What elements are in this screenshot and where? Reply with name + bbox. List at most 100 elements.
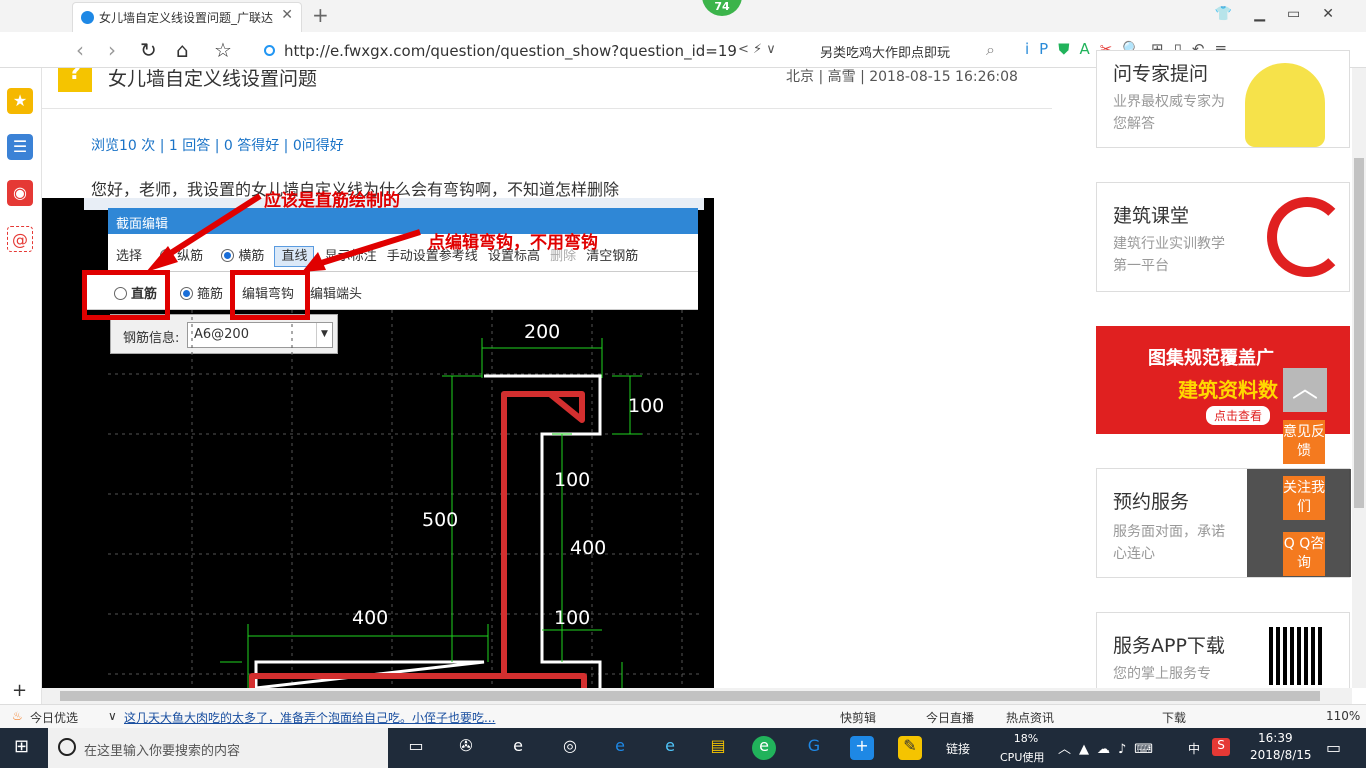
task-view-icon[interactable]: ▭ [404,736,428,760]
cpu-usage-label: CPU使用 [1000,751,1045,764]
vertical-scrollbar[interactable] [1352,68,1366,688]
card-booking-sub: 服务面对面，承诺心连心 [1113,524,1225,562]
card-class-sub: 建筑行业实训教学第一平台 [1113,236,1225,274]
chevron-down-icon[interactable]: ∨ [108,709,117,723]
add-sidebar-icon[interactable]: + [12,680,27,701]
clock-time[interactable]: 16:39 [1258,731,1293,745]
follow-us-button[interactable]: 关注我们 [1283,476,1325,520]
feedback-button[interactable]: 意见反馈 [1283,420,1325,464]
status-live[interactable]: 今日直播 [926,709,974,726]
promo-link[interactable]: 另类吃鸡大作即点即玩 [820,42,950,61]
card-booking-title: 预约服务 [1113,491,1190,513]
annotation-edit-hook: 点编辑弯钩，不用弯钩 [428,233,598,253]
card-app-title: 服务APP下载 [1113,635,1225,657]
plus-app-icon[interactable]: + [850,736,874,760]
windows-start-icon[interactable]: ⊞ [14,736,29,757]
dim-height-500: 500 [422,509,458,531]
cortana-icon [58,738,76,756]
horizontal-scrollbar[interactable] [42,688,1352,704]
dim-base-offset: 100 [554,607,590,629]
question-title: 女儿墙自定义线设置问题 [108,68,318,90]
status-today-pick[interactable]: 今日优选 [30,709,78,726]
dim-inner-width: 100 [554,469,590,491]
banner-button[interactable]: 点击查看 [1206,406,1271,425]
refresh-icon[interactable]: ↻ [140,38,157,62]
qq-app-icon[interactable]: ◎ [558,736,582,760]
card-building-class[interactable]: 建筑课堂 建筑行业实训教学第一平台 [1096,182,1350,292]
status-news-link[interactable]: 这几天大鱼大肉吃的太多了，准备弄个泡面给自己吃。小侄子也要吃... [124,709,495,726]
glodon-g-icon[interactable]: G [802,736,826,760]
address-bar[interactable]: http://e.fwxgx.com/question/question_sho… [258,36,798,64]
taskbar-link[interactable]: 链接 [946,740,970,757]
taskbar: ⊞ 在这里输入你要搜索的内容 ▭ ✇ e ◎ e e ▤ e G + ✎ 链接 … [0,728,1366,768]
bookmark-star-icon[interactable]: ☆ [214,38,232,62]
class-logo-icon [1267,197,1347,277]
news-icon[interactable]: ☰ [7,134,33,160]
notification-icon[interactable]: ▭ [1326,738,1341,757]
shield-icon[interactable]: ⛊ [1058,40,1079,58]
sogou-icon[interactable]: S [1212,738,1230,756]
share-icon[interactable]: < ⚡ ∨ [738,42,776,57]
fan-app-icon[interactable]: ✇ [454,736,478,760]
horizontal-scroll-thumb[interactable] [60,691,1320,701]
dim-top-width: 200 [524,321,560,343]
tab-active[interactable]: 女儿墙自定义线设置问题_广联达 ✕ [72,2,302,32]
url-text: http://e.fwxgx.com/question/question_sho… [284,42,737,60]
status-zoom[interactable]: 110% [1326,709,1360,723]
active-browser-icon[interactable]: e [752,736,776,760]
qr-code[interactable] [1269,627,1325,685]
tab-title: 女儿墙自定义线设置问题_广联达 [99,11,274,25]
annotation-straight-rebar: 应该是直筋绘制的 [264,191,400,211]
cpu-usage: 18% [1013,732,1039,745]
status-hot-news[interactable]: 热点资讯 [1006,709,1054,726]
question-icon: ? [58,68,92,92]
email-icon[interactable]: @ [7,226,33,252]
hot-icon: ♨ [12,709,23,723]
status-bar: ♨ 今日优选 ∨ 这几天大鱼大肉吃的太多了，准备弄个泡面给自己吃。小侄子也要吃.… [0,704,1366,728]
edge-icon[interactable]: e [608,736,632,760]
banner-line-1: 图集规范覆盖广 [1148,348,1274,369]
status-quick-clip[interactable]: 快剪辑 [840,709,876,726]
favorites-star-icon[interactable]: ★ [7,88,33,114]
back-icon[interactable]: ‹ [76,38,84,62]
notes-icon[interactable]: ✎ [898,736,922,760]
card-class-title: 建筑课堂 [1113,205,1190,227]
card-ask-expert[interactable]: 问专家提问 业界最权威专家为您解答 [1096,50,1350,148]
site-icon [264,45,275,56]
dimension-labels: 200 100 100 500 400 100 400 [352,321,664,629]
dim-height-400: 400 [570,537,606,559]
back-to-top-icon[interactable]: ︿ [1283,368,1327,412]
forward-icon[interactable]: › [108,38,116,62]
card-app-sub: 您的掌上服务专 [1113,666,1211,682]
window-controls[interactable]: 👕▁▭✕ [1215,6,1356,22]
ie-icon[interactable]: e [658,736,682,760]
extension-icon[interactable]: iP [1025,40,1058,58]
tab-close-icon[interactable]: ✕ [281,7,293,23]
dim-top-height: 100 [628,395,664,417]
card-app-download[interactable]: 服务APP下载 您的掌上服务专 [1096,612,1350,688]
question-stats[interactable]: 浏览10 次 | 1 回答 | 0 答得好 | 0问得好 [91,135,344,155]
clock-date[interactable]: 2018/8/15 [1250,748,1312,762]
folder-icon[interactable]: ▤ [706,736,730,760]
weibo-icon[interactable]: ◉ [7,180,33,206]
question-meta: 北京 | 高雪 | 2018-08-15 16:26:08 [786,69,1018,85]
taskbar-search[interactable]: 在这里输入你要搜索的内容 [48,728,388,768]
left-sidebar: ★ ☰ ◉ @ + [0,68,42,704]
expert-mascot-icon [1245,63,1325,147]
home-icon[interactable]: ⌂ [176,38,189,62]
browser-e-icon[interactable]: e [506,736,530,760]
qq-consult-button[interactable]: Q Q咨询 [1283,532,1325,576]
tab-favicon-icon [81,11,94,24]
banner-line-2: 建筑资料数 [1178,378,1278,402]
tray-icons[interactable]: ︿▲☁♪⌨ [1058,738,1161,757]
taskbar-search-placeholder: 在这里输入你要搜索的内容 [84,744,241,759]
grid-lines [108,310,702,688]
status-download[interactable]: 下载 [1162,709,1186,726]
new-tab-button[interactable]: + [312,3,329,27]
dim-base-width: 400 [352,607,388,629]
card-expert-sub: 业界最权威专家为您解答 [1113,94,1225,132]
vertical-scroll-thumb[interactable] [1354,158,1364,508]
rebar-line [249,391,587,688]
section-outline [254,374,602,688]
ime-indicator[interactable]: 中 [1188,740,1200,757]
